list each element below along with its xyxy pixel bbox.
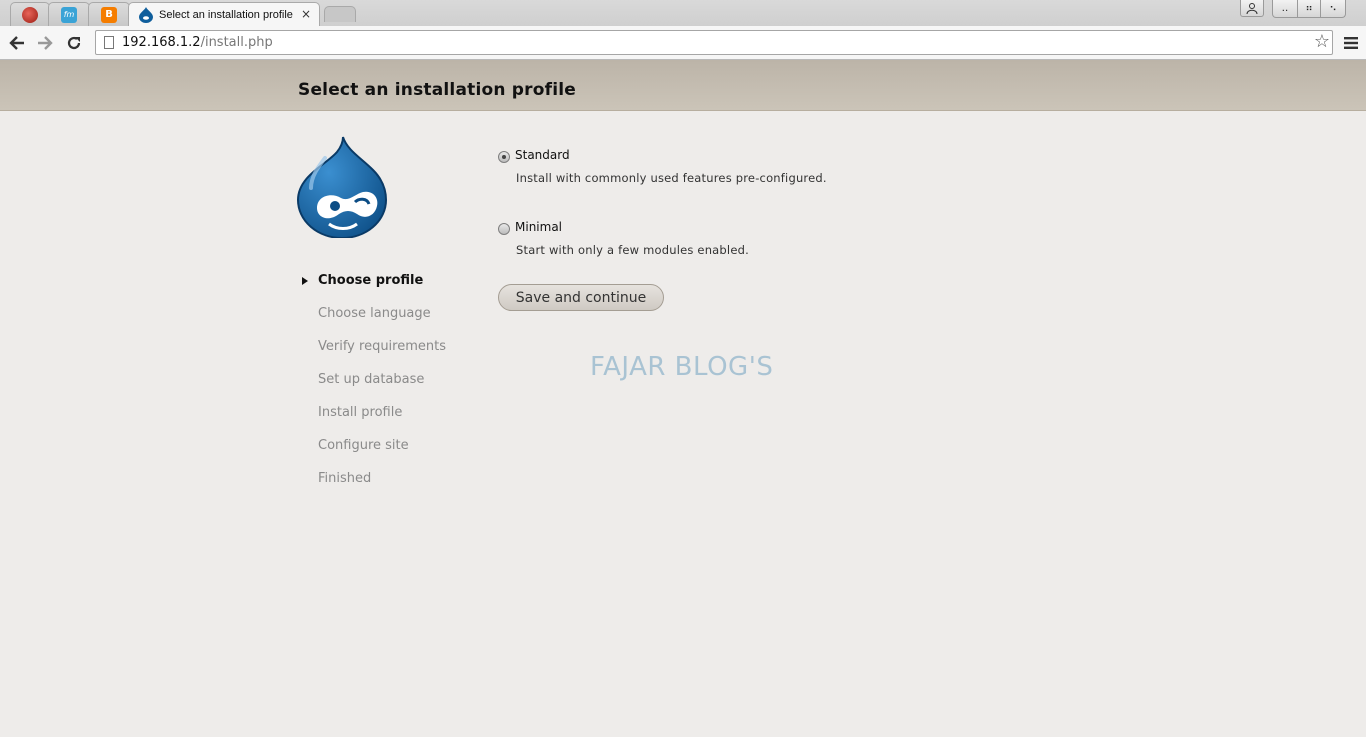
step-verify-requirements: Verify requirements xyxy=(318,339,447,354)
tab-install-profile[interactable]: Select an installation profile × xyxy=(128,2,320,26)
hamburger-menu-icon xyxy=(1344,37,1358,49)
tab-opera[interactable] xyxy=(10,2,50,26)
minimal-description: Start with only a few modules enabled. xyxy=(516,243,749,257)
fm-icon: fm xyxy=(61,6,77,23)
watermark-text: FAJAR BLOG'S xyxy=(590,352,774,382)
standard-description: Install with commonly used features pre-… xyxy=(516,171,827,185)
address-bar[interactable]: 192.168.1.2/install.php ☆ xyxy=(95,30,1333,55)
browser-toolbar: 192.168.1.2/install.php ☆ xyxy=(0,26,1366,60)
page-icon xyxy=(104,36,114,49)
step-install-profile: Install profile xyxy=(318,405,403,420)
reload-button[interactable] xyxy=(62,31,86,55)
blogger-icon: B xyxy=(101,6,117,23)
step-set-up-database: Set up database xyxy=(318,372,425,387)
profile-option-standard[interactable]: Standard Install with commonly used feat… xyxy=(498,148,998,220)
url-text: 192.168.1.2/install.php xyxy=(122,35,273,50)
drupal-icon xyxy=(139,6,153,23)
page-header: Select an installation profile xyxy=(0,60,1366,111)
close-icon: ⠢ xyxy=(1329,3,1337,14)
user-icon xyxy=(1246,3,1258,14)
new-tab-button[interactable] xyxy=(324,6,356,22)
save-and-continue-button[interactable]: Save and continue xyxy=(498,284,664,311)
standard-radio[interactable] xyxy=(498,151,510,163)
browser-tab-strip: fm B Select an installation profile × ‥ … xyxy=(0,0,1366,26)
drupal-logo xyxy=(297,136,387,238)
forward-arrow-icon xyxy=(38,36,53,50)
back-arrow-icon xyxy=(9,36,24,50)
minimize-icon: ‥ xyxy=(1281,3,1289,14)
minimal-label[interactable]: Minimal xyxy=(515,220,562,234)
current-step-arrow-icon xyxy=(302,277,308,285)
maximize-icon: ⠶ xyxy=(1305,3,1313,14)
step-choose-profile: Choose profile xyxy=(300,272,446,305)
standard-label[interactable]: Standard xyxy=(515,148,570,162)
maximize-button[interactable]: ⠶ xyxy=(1297,0,1321,18)
tab-blogger[interactable]: B xyxy=(88,2,130,26)
menu-button[interactable] xyxy=(1339,31,1363,55)
profile-form: Standard Install with commonly used feat… xyxy=(498,148,998,292)
reload-icon xyxy=(67,36,81,50)
back-button[interactable] xyxy=(5,31,29,55)
tab-fm[interactable]: fm xyxy=(48,2,90,26)
profile-button[interactable] xyxy=(1240,0,1264,17)
tab-title: Select an installation profile xyxy=(159,8,293,21)
page-title: Select an installation profile xyxy=(298,80,576,100)
close-tab-icon[interactable]: × xyxy=(301,7,311,21)
profile-option-minimal[interactable]: Minimal Start with only a few modules en… xyxy=(498,220,998,292)
bookmark-star-icon[interactable]: ☆ xyxy=(1314,31,1330,52)
step-finished: Finished xyxy=(318,471,372,486)
minimal-radio[interactable] xyxy=(498,223,510,235)
step-configure-site: Configure site xyxy=(318,438,409,453)
forward-button[interactable] xyxy=(33,31,57,55)
step-choose-language: Choose language xyxy=(318,306,431,321)
opera-icon xyxy=(22,6,38,23)
install-steps: Choose profile Choose language Verify re… xyxy=(300,272,446,503)
close-window-button[interactable]: ⠢ xyxy=(1320,0,1346,18)
minimize-button[interactable]: ‥ xyxy=(1272,0,1298,18)
